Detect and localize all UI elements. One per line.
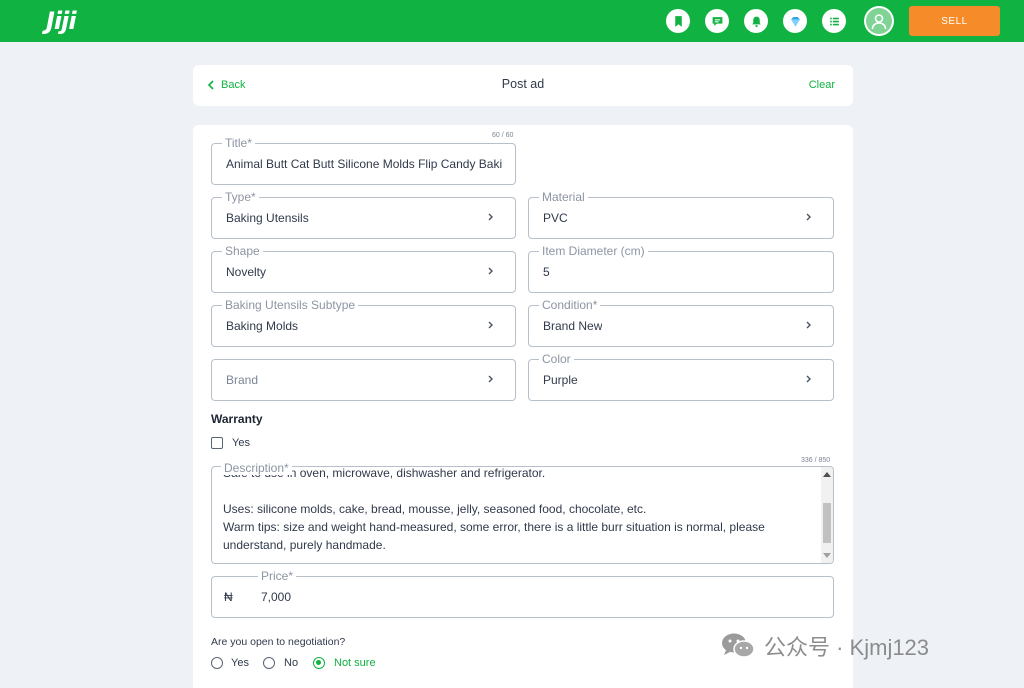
description-scrollbar[interactable] — [821, 467, 833, 563]
negotiation-question: Are you open to negotiation? — [211, 636, 346, 648]
item-diameter-label: Item Diameter (cm) — [539, 243, 648, 259]
description-text: Safe to use in oven, microwave, dishwash… — [223, 466, 813, 554]
user-icon — [866, 8, 892, 34]
condition-select[interactable]: Condition* Brand New — [528, 297, 834, 347]
negotiation-no-label[interactable]: No — [284, 657, 298, 669]
price-input[interactable]: Price* ₦ 7,000 — [211, 568, 834, 618]
clear-button[interactable]: Clear — [809, 79, 835, 91]
brand-placeholder: Brand — [226, 373, 259, 387]
chevron-right-icon — [488, 375, 493, 383]
chevron-right-icon — [806, 375, 811, 383]
scrollbar-thumb[interactable] — [823, 503, 831, 543]
title-char-counter: 60 / 60 — [492, 132, 514, 139]
scroll-up-arrow-icon[interactable] — [823, 472, 831, 477]
premium-icon[interactable] — [783, 9, 807, 33]
chevron-right-icon — [806, 213, 811, 221]
page-title: Post ad — [501, 77, 545, 91]
condition-label: Condition* — [539, 297, 601, 313]
chevron-right-icon — [488, 321, 493, 329]
description-line: Safe to use in oven, microwave, dishwash… — [223, 466, 546, 480]
color-select[interactable]: Color Purple — [528, 351, 834, 401]
shape-label: Shape — [222, 243, 263, 259]
post-ad-header: Back Post ad Clear — [193, 65, 853, 106]
warranty-heading: Warranty — [211, 412, 263, 426]
shape-value: Novelty — [226, 265, 267, 279]
chevron-right-icon — [488, 267, 493, 275]
condition-value: Brand New — [543, 319, 603, 333]
color-label: Color — [539, 351, 574, 367]
notifications-icon[interactable] — [744, 9, 768, 33]
title-input[interactable]: Title* Animal Butt Cat Butt Silicone Mol… — [211, 135, 516, 185]
title-label: Title* — [222, 135, 255, 151]
jiji-logo[interactable]: Jiji — [46, 7, 77, 35]
shape-select[interactable]: Shape Novelty — [211, 243, 516, 293]
brand-select[interactable]: Brand — [211, 359, 516, 401]
sell-button[interactable]: SELL — [909, 6, 1000, 36]
warranty-yes-label[interactable]: Yes — [232, 437, 250, 449]
negotiation-no-radio[interactable] — [263, 657, 275, 669]
wechat-icon — [722, 633, 755, 658]
price-label: Price* — [258, 568, 297, 584]
subtype-label: Baking Utensils Subtype — [222, 297, 359, 313]
negotiation-not-sure-radio[interactable] — [313, 657, 325, 669]
warranty-yes-checkbox[interactable] — [211, 437, 223, 449]
subtype-value: Baking Molds — [226, 319, 299, 333]
material-label: Material — [539, 189, 588, 205]
description-char-counter: 336 / 850 — [801, 457, 831, 464]
baking-utensils-subtype-select[interactable]: Baking Utensils Subtype Baking Molds — [211, 297, 516, 347]
description-textarea[interactable]: Safe to use in oven, microwave, dishwash… — [211, 466, 834, 564]
my-adverts-icon[interactable] — [822, 9, 846, 33]
naira-currency-symbol: ₦ — [224, 590, 233, 604]
negotiation-not-sure-label[interactable]: Not sure — [334, 657, 376, 669]
material-value: PVC — [543, 211, 568, 225]
scroll-down-arrow-icon[interactable] — [823, 553, 831, 558]
type-value: Baking Utensils — [226, 211, 309, 225]
type-label: Type* — [222, 189, 259, 205]
chevron-right-icon — [806, 321, 811, 329]
avatar[interactable] — [864, 6, 894, 36]
item-diameter-input[interactable]: Item Diameter (cm) 5 — [528, 243, 834, 293]
item-diameter-value: 5 — [543, 265, 550, 279]
watermark-text: 公众号 · Kjmj123 — [764, 635, 930, 660]
description-line: Uses: silicone molds, cake, bread, mouss… — [223, 502, 647, 516]
negotiation-yes-label[interactable]: Yes — [231, 657, 249, 669]
bookmark-icon[interactable] — [666, 9, 690, 33]
negotiation-yes-radio[interactable] — [211, 657, 223, 669]
description-line — [223, 482, 813, 500]
type-select[interactable]: Type* Baking Utensils — [211, 189, 516, 239]
description-line: Warm tips: size and weight hand-measured… — [223, 520, 765, 552]
top-navigation-bar: Jiji SELL — [0, 0, 1024, 42]
messages-icon[interactable] — [705, 9, 729, 33]
title-value: Animal Butt Cat Butt Silicone Molds Flip… — [226, 157, 503, 171]
material-select[interactable]: Material PVC — [528, 189, 834, 239]
description-label: Description* — [221, 461, 292, 475]
price-value: 7,000 — [261, 590, 292, 604]
wechat-watermark: 公众号 · Kjmj123 — [720, 630, 929, 662]
color-value: Purple — [543, 373, 578, 387]
chevron-right-icon — [488, 213, 493, 221]
